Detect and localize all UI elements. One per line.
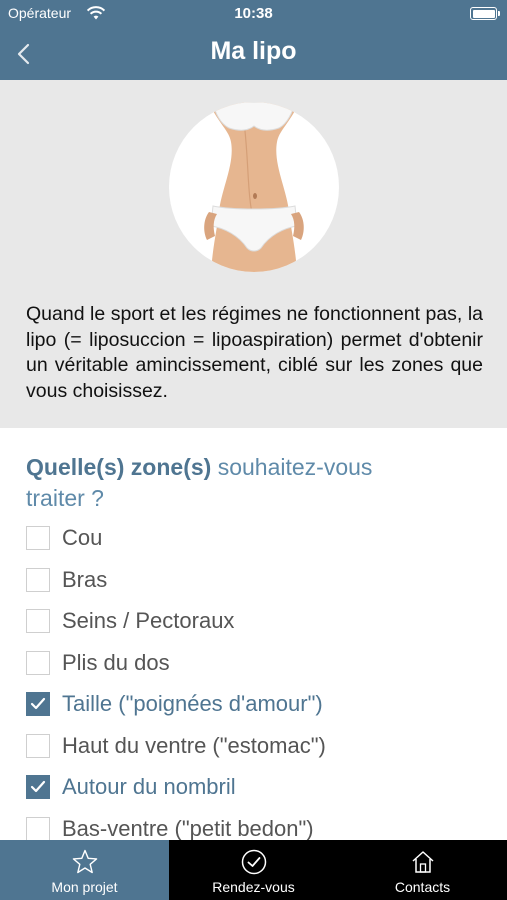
- checkmark-icon: [30, 780, 46, 793]
- zone-option-label: Plis du dos: [62, 650, 170, 675]
- zone-option[interactable]: Haut du ventre ("estomac"): [26, 726, 496, 766]
- zone-option[interactable]: Taille ("poignées d'amour"): [26, 684, 496, 724]
- tab-label: Contacts: [394, 879, 451, 895]
- zone-option-label: Haut du ventre ("estomac"): [62, 733, 326, 758]
- tab-rendez-vous[interactable]: Rendez-vous: [169, 840, 338, 900]
- tab-bar: Mon projet Rendez-vous Contacts: [0, 840, 507, 900]
- body-silhouette-image: [204, 102, 304, 272]
- star-icon: [72, 849, 98, 874]
- navigation-bar: Ma lipo: [0, 28, 507, 80]
- page-title: Ma lipo: [210, 37, 297, 65]
- zone-option[interactable]: Cou: [26, 518, 496, 558]
- zone-option-label: Autour du nombril: [62, 774, 236, 799]
- check-circle-icon: [241, 849, 267, 875]
- hero-section: Quand le sport et les régimes ne fonctio…: [0, 80, 507, 428]
- checkmark-icon: [30, 697, 46, 710]
- checkbox[interactable]: [26, 651, 50, 675]
- question-strong: Quelle(s) zone(s): [26, 454, 212, 480]
- tab-label: Rendez-vous: [212, 879, 295, 895]
- zone-option-label: Bras: [62, 567, 108, 592]
- zone-option[interactable]: Bras: [26, 560, 496, 600]
- tab-mon-projet[interactable]: Mon projet: [0, 840, 169, 900]
- battery-icon: [470, 7, 500, 20]
- checkbox[interactable]: [26, 609, 50, 633]
- checkbox[interactable]: [26, 734, 50, 758]
- checkbox[interactable]: [26, 775, 50, 799]
- zone-option[interactable]: Autour du nombril: [26, 767, 496, 807]
- checkbox[interactable]: [26, 568, 50, 592]
- zone-option-label: Taille ("poignées d'amour"): [62, 691, 323, 716]
- body-illustration: [169, 102, 339, 272]
- zone-option-label: Seins / Pectoraux: [62, 608, 235, 633]
- checkbox[interactable]: [26, 692, 50, 716]
- tab-contacts[interactable]: Contacts: [338, 840, 507, 900]
- zone-option-label: Bas-ventre ("petit bedon"): [62, 816, 314, 841]
- clock: 10:38: [234, 5, 273, 22]
- zone-option[interactable]: Seins / Pectoraux: [26, 601, 496, 641]
- zones-question: Quelle(s) zone(s) souhaitez-vous traiter…: [26, 452, 426, 514]
- zone-option-label: Cou: [62, 525, 103, 550]
- intro-text: Quand le sport et les régimes ne fonctio…: [26, 303, 483, 402]
- checkbox[interactable]: [26, 526, 50, 550]
- status-bar: Opérateur 10:38: [0, 0, 507, 28]
- checkbox[interactable]: [26, 817, 50, 841]
- zone-option[interactable]: Plis du dos: [26, 643, 496, 683]
- home-icon: [412, 851, 434, 873]
- tab-label: Mon projet: [51, 879, 118, 895]
